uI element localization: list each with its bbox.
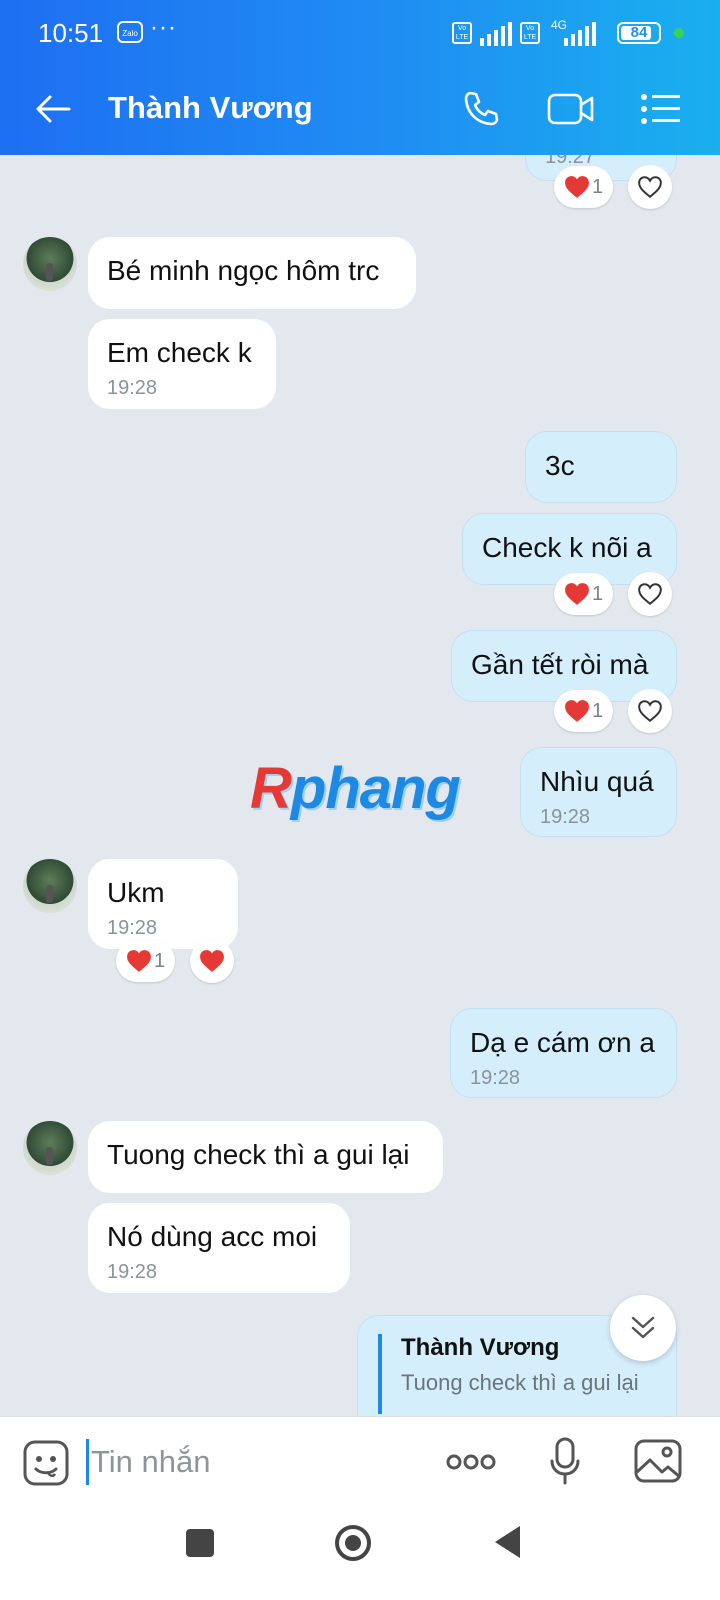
heart-outline-icon[interactable] bbox=[628, 572, 672, 616]
heart-icon bbox=[564, 582, 590, 606]
message-text: 3c bbox=[545, 450, 575, 481]
message-bubble-incoming[interactable]: Em check k 19:28 bbox=[88, 319, 276, 409]
avatar[interactable] bbox=[23, 859, 77, 913]
message-text: Nhìu quá bbox=[540, 766, 654, 797]
chevron-double-down-icon bbox=[631, 1316, 655, 1339]
status-bar: 10:51 Zalo ··· Vo LTE Vo LTE 4G 84 bbox=[0, 0, 720, 64]
camera-indicator-icon bbox=[674, 28, 684, 38]
message-input[interactable] bbox=[86, 1439, 413, 1485]
message-time: 19:28 bbox=[107, 917, 158, 939]
reaction-count[interactable]: 1 bbox=[554, 690, 613, 732]
signal-icon-2 bbox=[564, 20, 596, 46]
list-menu-icon[interactable] bbox=[636, 84, 686, 134]
message-bubble-incoming[interactable]: Bé minh ngọc hôm trc bbox=[88, 237, 416, 309]
image-gallery-icon[interactable] bbox=[634, 1439, 682, 1488]
heart-filled-icon[interactable] bbox=[190, 939, 234, 983]
volte-icon-2: Vo LTE bbox=[520, 22, 540, 44]
message-input-bar bbox=[0, 1416, 720, 1509]
top-bar: 10:51 Zalo ··· Vo LTE Vo LTE 4G 84 Thành… bbox=[0, 0, 720, 155]
phone-icon[interactable] bbox=[456, 84, 506, 134]
triangle-back-icon[interactable] bbox=[492, 1524, 522, 1565]
signal-icon bbox=[480, 20, 512, 46]
reaction-count[interactable]: 1 bbox=[554, 573, 613, 615]
quoted-text: Tuong check thì a gui lại bbox=[401, 1370, 639, 1395]
heart-outline-icon[interactable] bbox=[628, 165, 672, 209]
more-dots-icon[interactable] bbox=[446, 1453, 496, 1476]
system-navigation-bar bbox=[0, 1508, 720, 1600]
heart-icon bbox=[564, 699, 590, 723]
avatar[interactable] bbox=[23, 1121, 77, 1175]
message-time: 19:28 bbox=[107, 377, 158, 399]
message-time: 19:28 bbox=[107, 1261, 158, 1283]
chat-header: Thành Vương bbox=[0, 64, 720, 155]
battery-icon: 84 bbox=[617, 22, 661, 44]
message-bubble-outgoing[interactable]: 3c bbox=[525, 431, 677, 503]
heart-icon bbox=[564, 175, 590, 199]
reaction-count-label: 1 bbox=[591, 582, 604, 605]
circle-home-icon[interactable] bbox=[334, 1524, 372, 1567]
heart-icon bbox=[126, 949, 152, 973]
message-text: Bé minh ngọc hôm trc bbox=[107, 255, 380, 286]
message-text: Em check k bbox=[107, 337, 252, 368]
reaction-count[interactable]: 1 bbox=[554, 166, 613, 208]
message-bubble-incoming[interactable]: Ukm 19:28 bbox=[88, 859, 238, 949]
more-notifications-icon: ··· bbox=[150, 14, 177, 41]
message-text: Tuong check thì a gui lại bbox=[107, 1139, 410, 1170]
video-call-icon[interactable] bbox=[546, 84, 596, 134]
message-bubble-outgoing[interactable]: Nhìu quá 19:28 bbox=[520, 747, 677, 837]
battery-percent: 84 bbox=[630, 24, 648, 41]
back-arrow-icon[interactable] bbox=[28, 84, 78, 134]
microphone-icon[interactable] bbox=[550, 1437, 580, 1492]
sticker-face-icon[interactable] bbox=[22, 1439, 70, 1492]
reaction-count-label: 1 bbox=[153, 949, 166, 972]
message-bubble-incoming[interactable]: Nó dùng acc moi 19:28 bbox=[88, 1203, 350, 1293]
quote-bar bbox=[378, 1334, 382, 1414]
reaction-count-label: 1 bbox=[591, 699, 604, 722]
heart-outline-icon[interactable] bbox=[628, 689, 672, 733]
reaction-count[interactable]: 1 bbox=[116, 940, 175, 982]
message-bubble-incoming[interactable]: Tuong check thì a gui lại bbox=[88, 1121, 443, 1193]
watermark-logo: Rphang bbox=[250, 756, 461, 821]
scroll-to-bottom-button[interactable] bbox=[610, 1295, 676, 1361]
square-recent-apps-icon[interactable] bbox=[186, 1529, 214, 1557]
avatar[interactable] bbox=[23, 237, 77, 291]
reaction-count-label: 1 bbox=[591, 175, 604, 198]
message-text: Ukm bbox=[107, 877, 165, 908]
message-text: Nó dùng acc moi bbox=[107, 1221, 318, 1252]
message-bubble-outgoing[interactable]: Dạ e cám ơn a 19:28 bbox=[450, 1008, 677, 1098]
quoted-name: Thành Vương bbox=[401, 1334, 560, 1361]
contact-name[interactable]: Thành Vương bbox=[108, 90, 313, 126]
message-text: Check k nõi a bbox=[482, 532, 652, 563]
status-time: 10:51 bbox=[38, 18, 104, 48]
message-time: 19:28 bbox=[540, 806, 591, 828]
message-text: Gần tết ròi mà bbox=[471, 649, 649, 680]
chat-area[interactable]: 19:27 1 Bé minh ngọc hôm trc Em check k … bbox=[0, 155, 720, 1416]
zalo-notification-icon: Zalo bbox=[117, 21, 143, 43]
message-time: 19:28 bbox=[470, 1067, 521, 1089]
message-text: Dạ e cám ơn a bbox=[470, 1027, 655, 1058]
volte-icon: Vo LTE bbox=[452, 22, 472, 44]
